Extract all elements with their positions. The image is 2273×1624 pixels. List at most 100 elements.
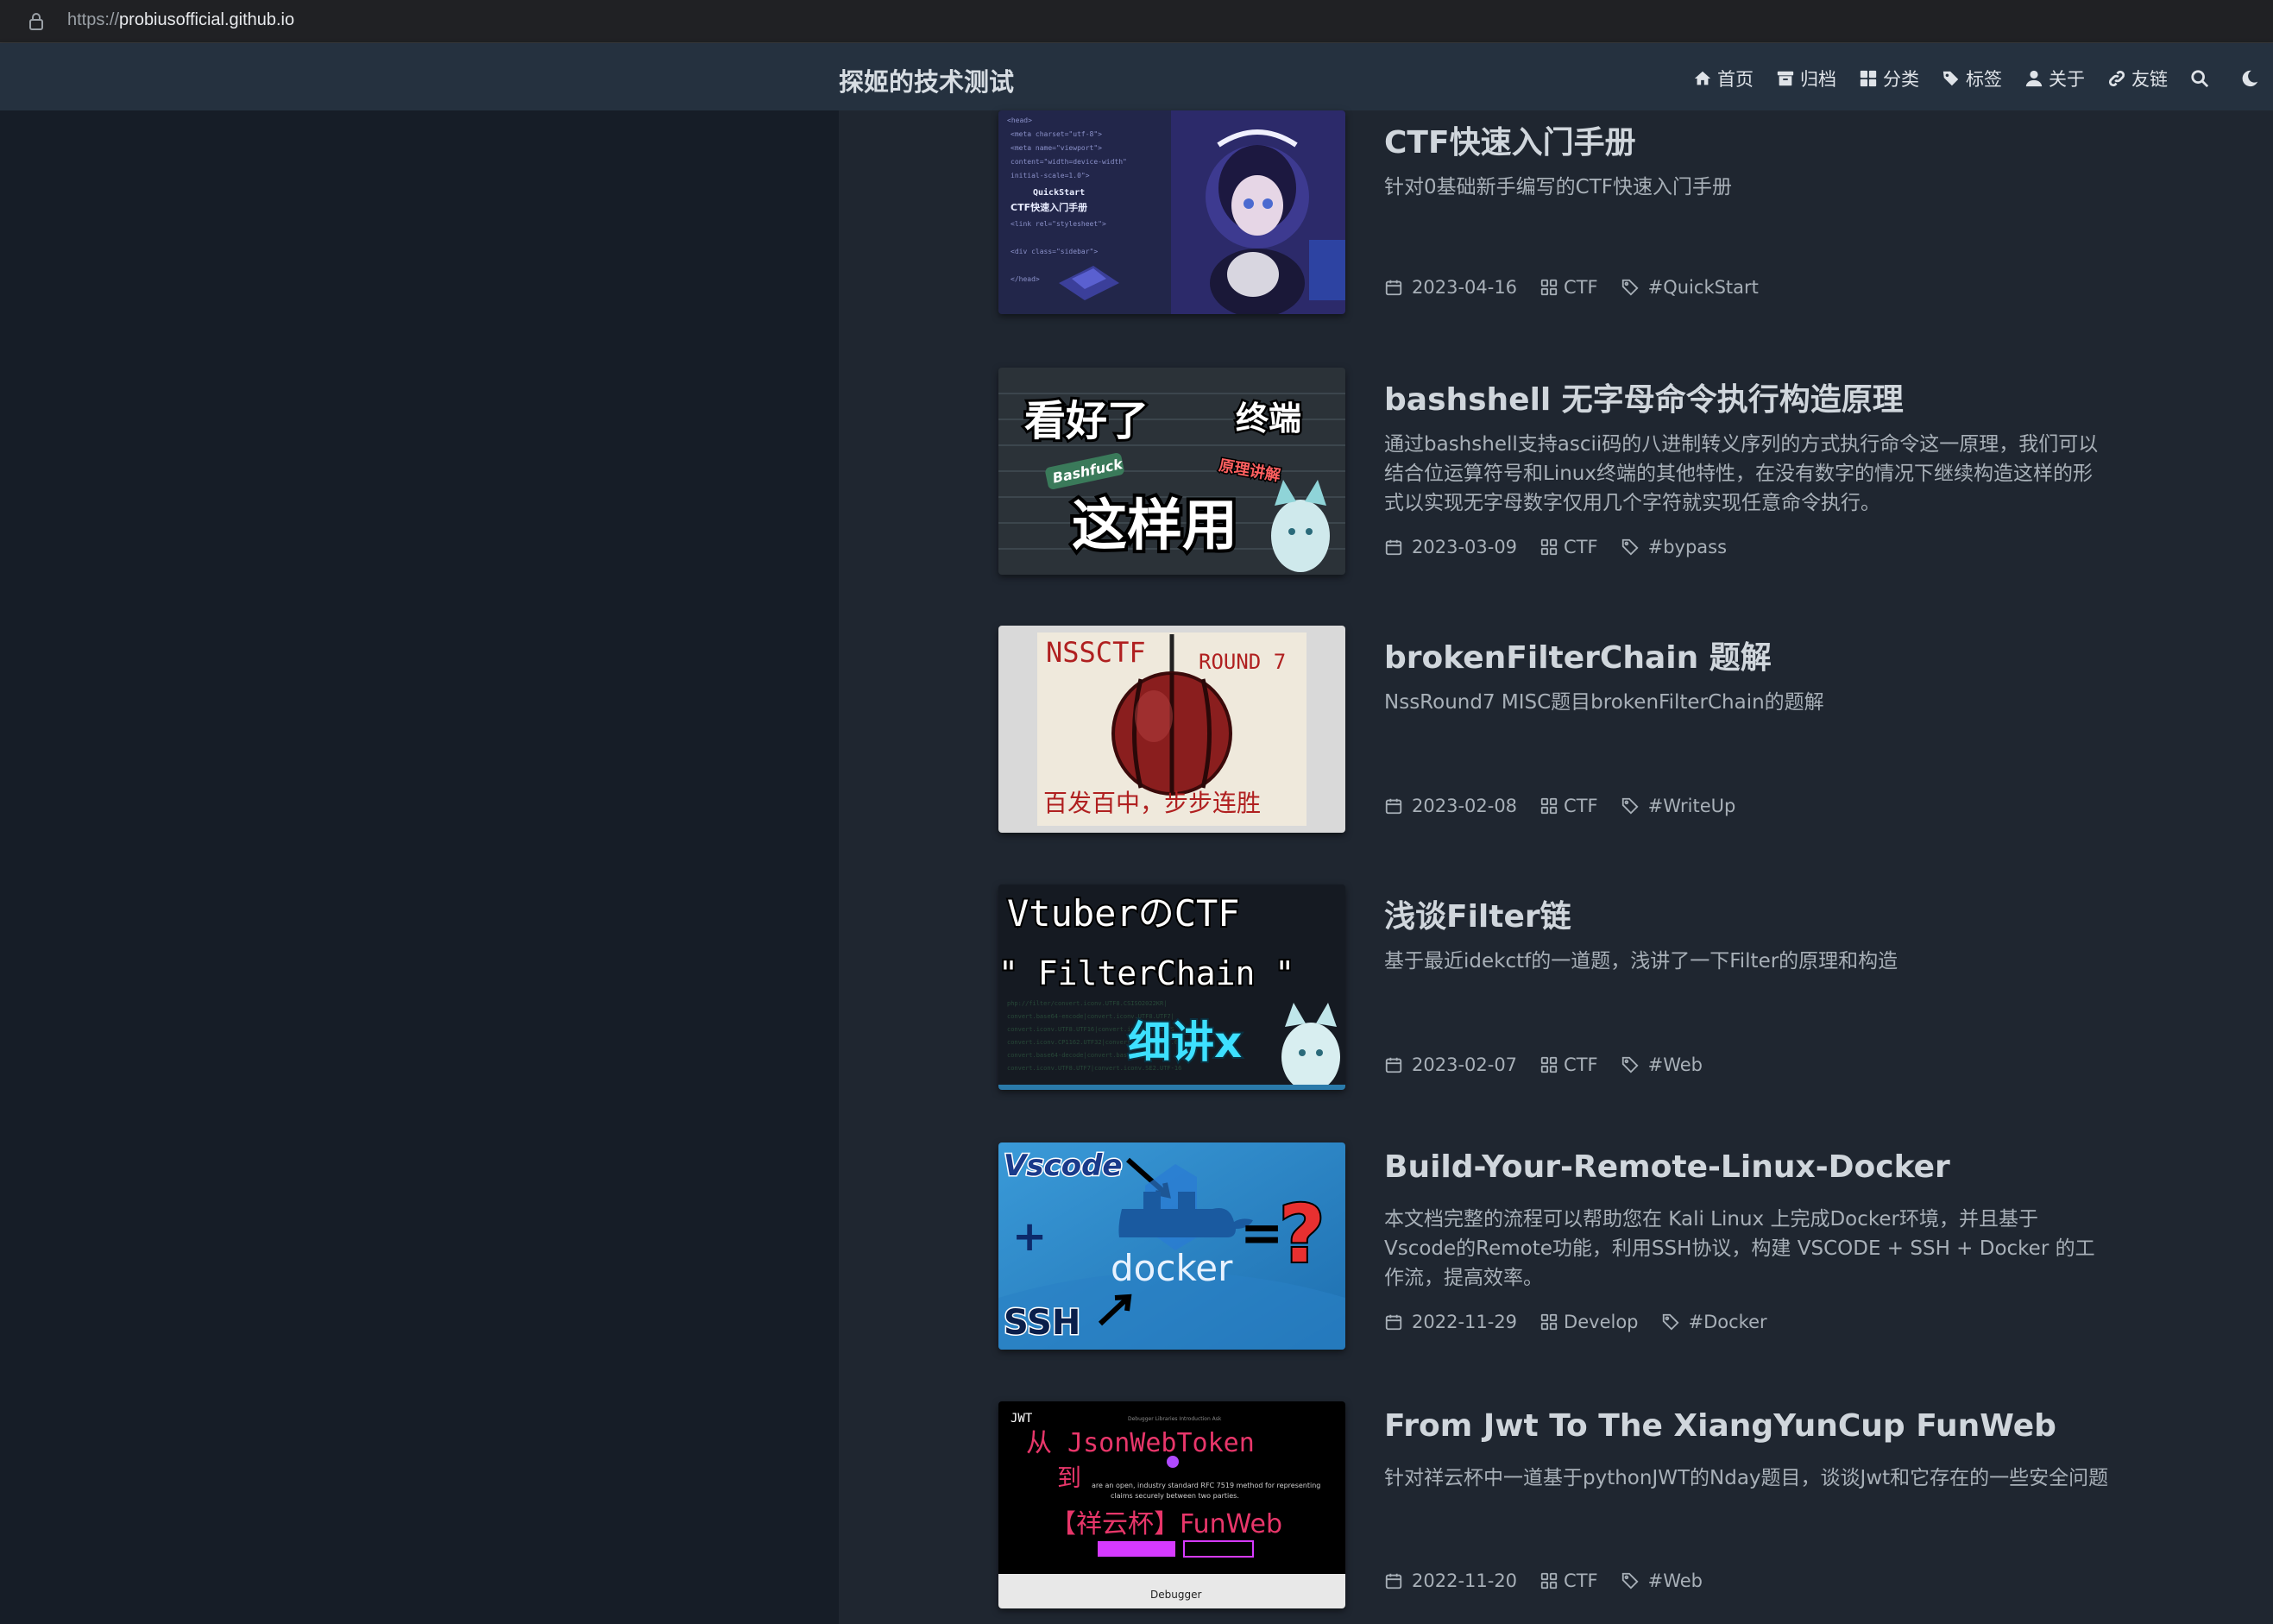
- post-tag[interactable]: #Docker: [1661, 1312, 1767, 1332]
- browser-address-bar[interactable]: https://probiusofficial.github.io: [0, 0, 2273, 43]
- nav-tags[interactable]: 标签: [1942, 66, 2002, 91]
- post-tag[interactable]: #Web: [1621, 1570, 1703, 1591]
- post-tag[interactable]: #WriteUp: [1621, 796, 1735, 816]
- post-tag[interactable]: #Web: [1621, 1054, 1703, 1075]
- theme-toggle-button[interactable]: [2240, 69, 2259, 88]
- post-card[interactable]: php://filter/convert.iconv.UTF8.CSISO202…: [998, 884, 2120, 1092]
- nav-friends[interactable]: 友链: [2107, 66, 2168, 91]
- main-content: [839, 110, 2273, 1624]
- post-date: 2023-02-07: [1384, 1054, 1517, 1075]
- nav-categories[interactable]: 分类: [1859, 66, 1919, 91]
- calendar-icon: [1385, 539, 1402, 556]
- nav-categories-label: 分类: [1883, 69, 1919, 90]
- post-title[interactable]: Build-Your-Remote-Linux-Docker: [1384, 1149, 1950, 1185]
- post-thumbnail[interactable]: Vscode + docker = ? SSH: [998, 1142, 1345, 1350]
- tag-icon: [1621, 1056, 1639, 1073]
- post-tag[interactable]: #QuickStart: [1621, 277, 1759, 298]
- post-tag-text: #Web: [1647, 1054, 1703, 1075]
- thumb-text-round: ROUND 7: [1199, 650, 1286, 674]
- nav-home-label: 首页: [1717, 69, 1754, 90]
- post-category[interactable]: CTF: [1539, 277, 1598, 298]
- post-thumbnail[interactable]: JWT Debugger Libraries Introduction Ask …: [998, 1401, 1345, 1608]
- svg-text:<head>: <head>: [1007, 116, 1032, 124]
- nav-archive[interactable]: 归档: [1776, 66, 1836, 91]
- archive-icon: [1777, 71, 1794, 86]
- post-tag[interactable]: #bypass: [1621, 537, 1727, 557]
- post-category[interactable]: CTF: [1539, 537, 1598, 557]
- post-category[interactable]: CTF: [1539, 1054, 1598, 1075]
- post-title[interactable]: brokenFilterChain 题解: [1384, 633, 1772, 677]
- post-category-text: CTF: [1564, 537, 1598, 557]
- thumb-text-debugger: Debugger: [1150, 1589, 1201, 1601]
- svg-text:claims securely between two pa: claims securely between two parties.: [1111, 1492, 1239, 1500]
- thumb-text-quickstart: QuickStart: [1033, 187, 1085, 198]
- category-icon: [1540, 538, 1558, 556]
- post-thumbnail[interactable]: <head> <meta charset="utf-8"> <meta name…: [998, 110, 1345, 314]
- thumb-text-vtuber: VtuberのCTF: [1007, 892, 1240, 935]
- thumbnail-jwt-image: JWT Debugger Libraries Introduction Ask …: [998, 1401, 1345, 1608]
- post-date-text: 2022-11-20: [1412, 1570, 1518, 1591]
- post-category[interactable]: CTF: [1539, 1570, 1598, 1591]
- post-title[interactable]: bashshell 无字母命令执行构造原理: [1384, 375, 1904, 419]
- svg-text:Debugger Libraries Introdu: Debugger Libraries Introduction Ask: [1128, 1416, 1222, 1422]
- post-meta: 2023-02-08 CTF #WriteUp: [1384, 796, 1758, 816]
- main-nav: 首页 归档 分类 标签 关于 友链: [1693, 66, 2273, 91]
- post-category-text: CTF: [1564, 1570, 1598, 1591]
- post-card[interactable]: <head> <meta charset="utf-8"> <meta name…: [998, 110, 2120, 318]
- post-category[interactable]: Develop: [1539, 1312, 1639, 1332]
- tag-icon: [1621, 797, 1639, 815]
- post-card[interactable]: JWT Debugger Libraries Introduction Ask …: [998, 1401, 2120, 1608]
- post-date: 2023-04-16: [1384, 277, 1517, 298]
- post-category-text: CTF: [1564, 1054, 1598, 1075]
- category-icon: [1540, 797, 1558, 815]
- post-description: 本文档完整的流程可以帮助您在 Kali Linux 上完成Docker环境，并且…: [1384, 1208, 2095, 1289]
- left-sidebar: [0, 110, 839, 1624]
- post-card[interactable]: NSSCTF ROUND 7 百发百中，步步连胜 brokenFilterCha…: [998, 626, 2120, 833]
- post-meta: 2022-11-20 CTF #Web: [1384, 1570, 1725, 1591]
- thumbnail-quickstart-image: <head> <meta charset="utf-8"> <meta name…: [998, 110, 1345, 314]
- tag-icon: [1621, 279, 1639, 296]
- site-title[interactable]: 探姬的技术测试: [839, 62, 1014, 98]
- post-description: 基于最近idekctf的一道题，浅讲了一下Filter的原理和构造: [1384, 950, 1898, 973]
- url-text[interactable]: https://probiusofficial.github.io: [67, 10, 294, 30]
- thumb-text-jwt-logo: JWT: [1011, 1412, 1033, 1426]
- post-category-text: CTF: [1564, 277, 1598, 298]
- category-icon: [1540, 1572, 1558, 1589]
- search-button[interactable]: [2190, 69, 2209, 88]
- moon-icon: [2242, 70, 2258, 87]
- nav-about[interactable]: 关于: [2024, 66, 2085, 91]
- calendar-icon: [1385, 798, 1402, 815]
- post-category-text: CTF: [1564, 796, 1598, 816]
- post-title[interactable]: From Jwt To The XiangYunCup FunWeb: [1384, 1408, 2056, 1444]
- post-date-text: 2022-11-29: [1412, 1312, 1518, 1332]
- post-date: 2023-02-08: [1384, 796, 1517, 816]
- thumb-text-equals: =: [1240, 1203, 1283, 1263]
- post-thumbnail[interactable]: NSSCTF ROUND 7 百发百中，步步连胜: [998, 626, 1345, 833]
- thumb-text-jsonwebtoken: 从 JsonWebToken: [1026, 1428, 1255, 1458]
- post-date: 2022-11-29: [1384, 1312, 1517, 1332]
- post-date-text: 2023-04-16: [1412, 277, 1518, 298]
- grid-icon: [1860, 70, 1877, 87]
- post-thumbnail[interactable]: php://filter/convert.iconv.UTF8.CSISO202…: [998, 884, 1345, 1090]
- post-tag-text: #QuickStart: [1647, 277, 1759, 298]
- post-card[interactable]: 看好了 终端 Bashfuck 原理讲解 这样用 bashshell 无字母命令…: [998, 368, 2120, 575]
- category-icon: [1540, 1313, 1558, 1331]
- url-scheme: https://: [67, 10, 120, 29]
- post-title[interactable]: 浅谈Filter链: [1384, 891, 1571, 936]
- svg-text:initial-scale=1.0">: initial-scale=1.0">: [1011, 172, 1090, 179]
- svg-text:<meta charset="utf-8">: <meta charset="utf-8">: [1011, 130, 1102, 138]
- thumb-text-manual: CTF快速入门手册: [1011, 201, 1087, 213]
- post-title[interactable]: CTF快速入门手册: [1384, 117, 1636, 162]
- post-meta: 2023-04-16 CTF #QuickStart: [1384, 277, 1781, 298]
- link-icon: [2108, 70, 2125, 87]
- post-thumbnail[interactable]: 看好了 终端 Bashfuck 原理讲解 这样用: [998, 368, 1345, 575]
- nav-home[interactable]: 首页: [1693, 66, 1754, 91]
- post-description: 针对0基础新手编写的CTF快速入门手册: [1384, 176, 1732, 198]
- post-category[interactable]: CTF: [1539, 796, 1598, 816]
- lock-icon: [29, 13, 43, 30]
- post-card[interactable]: Vscode + docker = ? SSH Build-Your-Remot…: [998, 1142, 2120, 1350]
- post-date-text: 2023-03-09: [1412, 537, 1518, 557]
- post-description: 针对祥云杯中一道基于pythonJWT的Nday题目，谈谈Jwt和它存在的一些安…: [1384, 1467, 2109, 1489]
- svg-text:are an open, industry standard: are an open, industry standard RFC 7519 …: [1092, 1482, 1320, 1489]
- nav-about-label: 关于: [2049, 69, 2085, 90]
